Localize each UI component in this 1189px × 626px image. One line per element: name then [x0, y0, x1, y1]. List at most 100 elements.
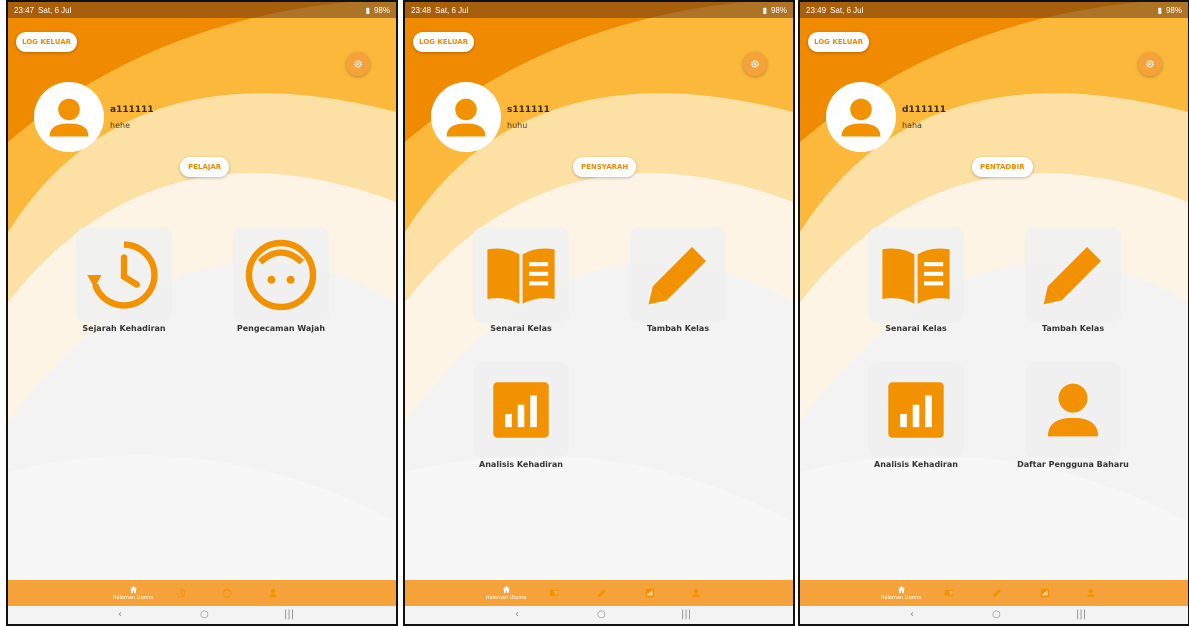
home-circle-icon[interactable]: ○ — [992, 609, 1001, 620]
nav-add-class[interactable] — [595, 580, 609, 606]
nav-analysis[interactable] — [1038, 580, 1052, 606]
book-icon — [876, 235, 956, 315]
face-icon — [241, 235, 321, 315]
nav-history[interactable] — [174, 580, 188, 606]
username: a111111 — [110, 105, 154, 115]
screen-lecturer: 23:48 Sat, 6 Jul ▮ 98% LOG KELUAR s11111… — [403, 0, 795, 626]
nav-analysis[interactable] — [643, 580, 657, 606]
avatar — [34, 82, 104, 152]
tile-add-class[interactable] — [630, 227, 726, 323]
system-navbar: ‹ ○ ||| — [8, 606, 396, 624]
tile-label-class-list: Senarai Kelas — [490, 324, 552, 333]
nav-profile[interactable] — [1084, 580, 1098, 606]
gear-icon — [1144, 58, 1156, 70]
status-battery: 98% — [373, 5, 390, 15]
status-date: Sat, 6 Jul — [38, 5, 72, 15]
book-icon — [944, 588, 954, 598]
book-icon — [549, 588, 559, 598]
recents-icon[interactable]: ||| — [284, 609, 294, 620]
home-circle-icon[interactable]: ○ — [597, 609, 606, 620]
bottom-navbar: Halaman Utama — [800, 580, 1188, 606]
home-icon — [897, 585, 906, 594]
status-bar: 23:49 Sat, 6 Jul ▮ 98% — [800, 2, 1188, 18]
settings-button[interactable] — [1138, 52, 1162, 76]
nav-face[interactable] — [220, 580, 234, 606]
pencil-icon — [643, 240, 713, 310]
gear-icon — [352, 58, 364, 70]
user-display-name: huhu — [507, 121, 528, 130]
role-badge: PELAJAR — [180, 157, 230, 177]
tile-label-class-list: Senarai Kelas — [885, 324, 947, 333]
nav-home[interactable]: Halaman Utama — [108, 580, 158, 606]
back-icon[interactable]: ‹ — [118, 609, 122, 620]
pencil-icon — [1038, 240, 1108, 310]
status-time: 23:47 — [14, 5, 35, 15]
tile-register-user[interactable] — [1025, 362, 1121, 458]
tile-attendance-analysis[interactable] — [473, 362, 569, 458]
pencil-icon — [992, 588, 1002, 598]
logout-button[interactable]: LOG KELUAR — [16, 32, 78, 52]
role-badge: PENTADBIR — [972, 157, 1033, 177]
nav-add-class[interactable] — [990, 580, 1004, 606]
battery-icon: ▮ — [1157, 5, 1162, 15]
home-icon — [129, 585, 138, 594]
nav-profile[interactable] — [689, 580, 703, 606]
user-avatar-icon — [439, 90, 493, 144]
tile-label-attendance-history: Sejarah Kehadiran — [82, 324, 166, 333]
nav-class-list[interactable] — [942, 580, 956, 606]
status-battery: 98% — [1165, 5, 1182, 15]
logout-button[interactable]: LOG KELUAR — [808, 32, 870, 52]
chart-icon — [488, 377, 554, 443]
chart-icon — [1040, 588, 1050, 598]
avatar — [826, 82, 896, 152]
status-date: Sat, 6 Jul — [830, 5, 864, 15]
tile-label-add-class: Tambah Kelas — [1041, 324, 1105, 333]
pencil-icon — [597, 588, 607, 598]
chart-icon — [645, 588, 655, 598]
screen-admin: 23:49 Sat, 6 Jul ▮ 98% LOG KELUAR d11111… — [798, 0, 1189, 626]
recents-icon[interactable]: ||| — [681, 609, 691, 620]
home-icon — [502, 585, 511, 594]
status-time: 23:49 — [806, 5, 827, 15]
person-icon — [268, 588, 278, 598]
nav-class-list[interactable] — [547, 580, 561, 606]
back-icon[interactable]: ‹ — [910, 609, 914, 620]
nav-profile[interactable] — [266, 580, 280, 606]
status-bar: 23:47 Sat, 6 Jul ▮ 98% — [8, 2, 396, 18]
tile-label-attendance-analysis: Analisis Kehadiran — [479, 460, 563, 469]
tile-class-list[interactable] — [868, 227, 964, 323]
avatar — [431, 82, 501, 152]
person-icon — [1086, 588, 1096, 598]
tile-face-recognition[interactable] — [233, 227, 329, 323]
logout-button[interactable]: LOG KELUAR — [413, 32, 475, 52]
bottom-navbar: Halaman Utama — [8, 580, 396, 606]
nav-home[interactable]: Halaman Utama — [876, 580, 926, 606]
tile-attendance-analysis[interactable] — [868, 362, 964, 458]
system-navbar: ‹ ○ ||| — [800, 606, 1188, 624]
nav-home[interactable]: Halaman Utama — [481, 580, 531, 606]
history-icon — [84, 235, 164, 315]
user-display-name: haha — [902, 121, 922, 130]
tile-label-attendance-analysis: Analisis Kehadiran — [874, 460, 958, 469]
system-navbar: ‹ ○ ||| — [405, 606, 793, 624]
tile-attendance-history[interactable] — [76, 227, 172, 323]
settings-button[interactable] — [346, 52, 370, 76]
nav-home-label: Halaman Utama — [112, 595, 154, 601]
settings-button[interactable] — [743, 52, 767, 76]
username: d111111 — [902, 105, 947, 115]
status-date: Sat, 6 Jul — [435, 5, 469, 15]
tile-add-class[interactable] — [1025, 227, 1121, 323]
recents-icon[interactable]: ||| — [1076, 609, 1086, 620]
username: s111111 — [507, 105, 550, 115]
chart-icon — [883, 377, 949, 443]
back-icon[interactable]: ‹ — [515, 609, 519, 620]
home-circle-icon[interactable]: ○ — [200, 609, 209, 620]
gear-icon — [749, 58, 761, 70]
face-icon — [222, 588, 232, 598]
person-icon — [1040, 377, 1106, 443]
tile-class-list[interactable] — [473, 227, 569, 323]
status-bar: 23:48 Sat, 6 Jul ▮ 98% — [405, 2, 793, 18]
battery-icon: ▮ — [365, 5, 370, 15]
status-battery: 98% — [770, 5, 787, 15]
role-badge: PENSYARAH — [573, 157, 637, 177]
